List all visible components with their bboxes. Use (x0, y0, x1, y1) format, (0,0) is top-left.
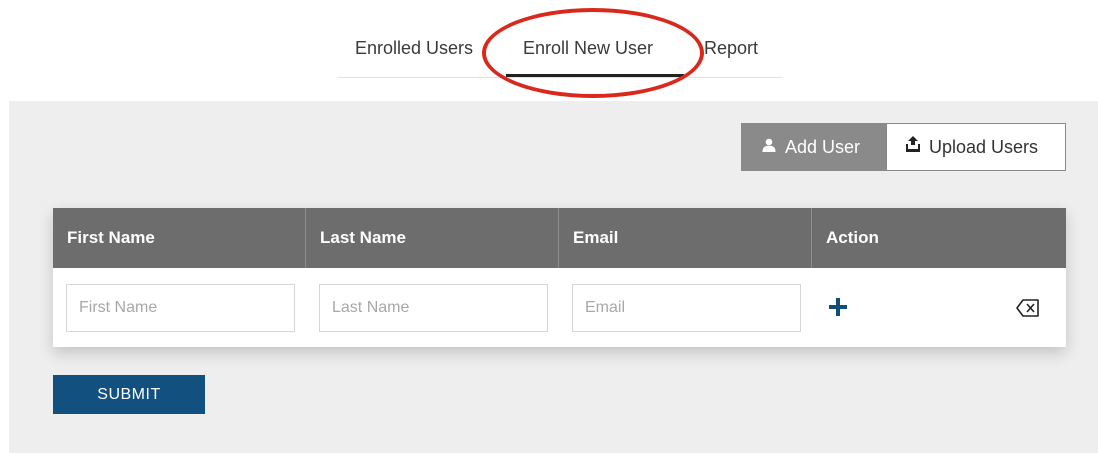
add-user-label: Add User (785, 136, 861, 157)
column-header-action: Action (826, 228, 879, 247)
column-header-first-name: First Name (53, 208, 306, 268)
upload-icon (905, 136, 921, 158)
tab-enrolled-users[interactable]: Enrolled Users (355, 38, 473, 59)
table-header: First Name Last Name Email Action (53, 208, 1066, 268)
upload-users-label: Upload Users (929, 136, 1039, 157)
backspace-delete-icon[interactable] (1016, 298, 1040, 318)
first-name-input[interactable] (66, 284, 295, 332)
tab-enroll-new-user[interactable]: Enroll New User (523, 38, 653, 59)
add-user-button[interactable]: Add User (741, 123, 886, 171)
mode-toggle-group: Add User Upload Users (741, 123, 1066, 171)
user-entry-table: First Name Last Name Email Action (53, 208, 1066, 347)
column-header-last-name: Last Name (306, 208, 559, 268)
tab-report[interactable]: Report (704, 38, 758, 59)
active-tab-indicator (506, 74, 684, 77)
last-name-input[interactable] (319, 284, 548, 332)
user-icon (761, 137, 777, 158)
table-row (53, 268, 1066, 347)
email-input[interactable] (572, 284, 801, 332)
upload-users-button[interactable]: Upload Users (886, 123, 1066, 171)
submit-button[interactable]: SUBMIT (53, 375, 205, 414)
tab-bar: Enrolled Users Enroll New User Report (338, 26, 782, 78)
column-header-email: Email (559, 208, 812, 268)
plus-icon[interactable] (829, 298, 847, 316)
enroll-panel: Add User Upload Users First Name Last Na… (9, 101, 1098, 453)
